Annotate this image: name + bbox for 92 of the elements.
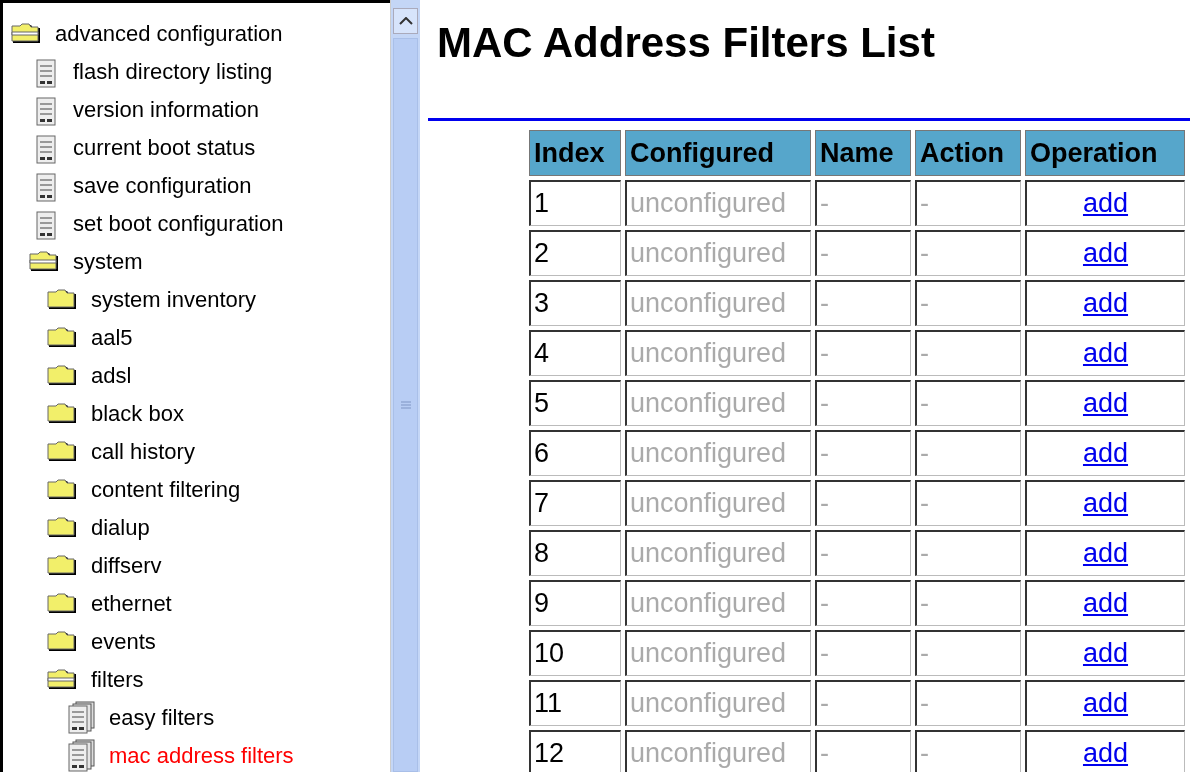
table-cell: 4 xyxy=(529,330,621,376)
table-cell: - xyxy=(815,480,911,526)
tree-item[interactable]: set boot configuration xyxy=(73,213,284,235)
documents-icon xyxy=(65,701,97,735)
table-cell: 3 xyxy=(529,280,621,326)
add-link[interactable]: add xyxy=(1082,388,1129,419)
tree-item[interactable]: call history xyxy=(91,441,195,463)
table-cell: unconfigured xyxy=(625,330,811,376)
add-link[interactable]: add xyxy=(1082,688,1129,719)
tree-item[interactable]: dialup xyxy=(91,517,150,539)
tree-item[interactable]: filters xyxy=(91,669,144,691)
table-cell: unconfigured xyxy=(625,580,811,626)
table-cell: 6 xyxy=(529,430,621,476)
scroll-up-button[interactable] xyxy=(393,8,418,34)
table-cell: - xyxy=(815,180,911,226)
table-cell: 12 xyxy=(529,730,621,772)
table-cell: unconfigured xyxy=(625,430,811,476)
table-cell: unconfigured xyxy=(625,480,811,526)
table-cell: - xyxy=(815,630,911,676)
tree-item[interactable]: aal5 xyxy=(91,327,133,349)
table-cell: - xyxy=(915,530,1021,576)
tree-item[interactable]: flash directory listing xyxy=(73,61,273,83)
table-cell: - xyxy=(915,680,1021,726)
table-cell: - xyxy=(815,730,911,772)
tree-item[interactable]: adsl xyxy=(91,365,132,387)
tree-item[interactable]: diffserv xyxy=(91,555,162,577)
documents-icon xyxy=(65,739,97,772)
scroll-thumb[interactable] xyxy=(393,38,418,772)
add-link[interactable]: add xyxy=(1082,338,1129,369)
column-header: Action xyxy=(915,130,1021,176)
add-link[interactable]: add xyxy=(1082,288,1129,319)
table-cell: - xyxy=(915,630,1021,676)
table-cell: - xyxy=(815,230,911,276)
table-cell: unconfigured xyxy=(625,180,811,226)
table-cell: 7 xyxy=(529,480,621,526)
add-link[interactable]: add xyxy=(1082,238,1129,269)
table-cell: - xyxy=(915,430,1021,476)
add-link[interactable]: add xyxy=(1082,588,1129,619)
column-header: Name xyxy=(815,130,911,176)
table-cell: - xyxy=(815,330,911,376)
table-cell: - xyxy=(815,680,911,726)
add-link[interactable]: add xyxy=(1082,188,1129,219)
table-cell: unconfigured xyxy=(625,530,811,576)
table-cell: 11 xyxy=(529,680,621,726)
column-header: Index xyxy=(529,130,621,176)
tree-item[interactable]: events xyxy=(91,631,156,653)
tree-item[interactable]: current boot status xyxy=(73,137,256,159)
table-cell: unconfigured xyxy=(625,380,811,426)
table-cell: - xyxy=(815,580,911,626)
column-header: Operation xyxy=(1025,130,1185,176)
table-cell: - xyxy=(815,530,911,576)
table-cell: 1 xyxy=(529,180,621,226)
scrollbar[interactable] xyxy=(390,0,420,772)
table-cell: unconfigured xyxy=(625,630,811,676)
page-title: MAC Address Filters List xyxy=(436,18,936,68)
table-cell: - xyxy=(915,380,1021,426)
tree-item[interactable]: content filtering xyxy=(91,479,241,501)
add-link[interactable]: add xyxy=(1082,488,1129,519)
table-cell: - xyxy=(915,580,1021,626)
add-link[interactable]: add xyxy=(1082,638,1129,669)
table-cell: - xyxy=(915,330,1021,376)
table-cell: - xyxy=(915,480,1021,526)
table-cell: unconfigured xyxy=(625,280,811,326)
chevron-up-icon xyxy=(398,17,413,25)
table-cell: 10 xyxy=(529,630,621,676)
table-cell: unconfigured xyxy=(625,730,811,772)
table-cell: - xyxy=(915,180,1021,226)
grip-icon xyxy=(400,401,411,409)
table-cell: - xyxy=(915,280,1021,326)
table-cell: - xyxy=(815,430,911,476)
table-cell: 9 xyxy=(529,580,621,626)
table-cell: 2 xyxy=(529,230,621,276)
table-cell: unconfigured xyxy=(625,230,811,276)
table-cell: 8 xyxy=(529,530,621,576)
tree-item[interactable]: mac address filters xyxy=(109,745,294,767)
table-cell: - xyxy=(915,230,1021,276)
table-cell: unconfigured xyxy=(625,680,811,726)
tree-item[interactable]: version information xyxy=(73,99,259,121)
table-cell: - xyxy=(815,380,911,426)
tree-item[interactable]: advanced configuration xyxy=(55,23,283,45)
tree-item[interactable]: easy filters xyxy=(109,707,215,729)
add-link[interactable]: add xyxy=(1082,438,1129,469)
table-cell: 5 xyxy=(529,380,621,426)
table-cell: - xyxy=(815,280,911,326)
add-link[interactable]: add xyxy=(1082,538,1129,569)
tree-item[interactable]: system inventory xyxy=(91,289,257,311)
tree-item[interactable]: ethernet xyxy=(91,593,172,615)
tree-item[interactable]: black box xyxy=(91,403,184,425)
column-header: Configured xyxy=(625,130,811,176)
tree-item[interactable]: save configuration xyxy=(73,175,252,197)
table-cell: - xyxy=(915,730,1021,772)
tree-item[interactable]: system xyxy=(73,251,143,273)
